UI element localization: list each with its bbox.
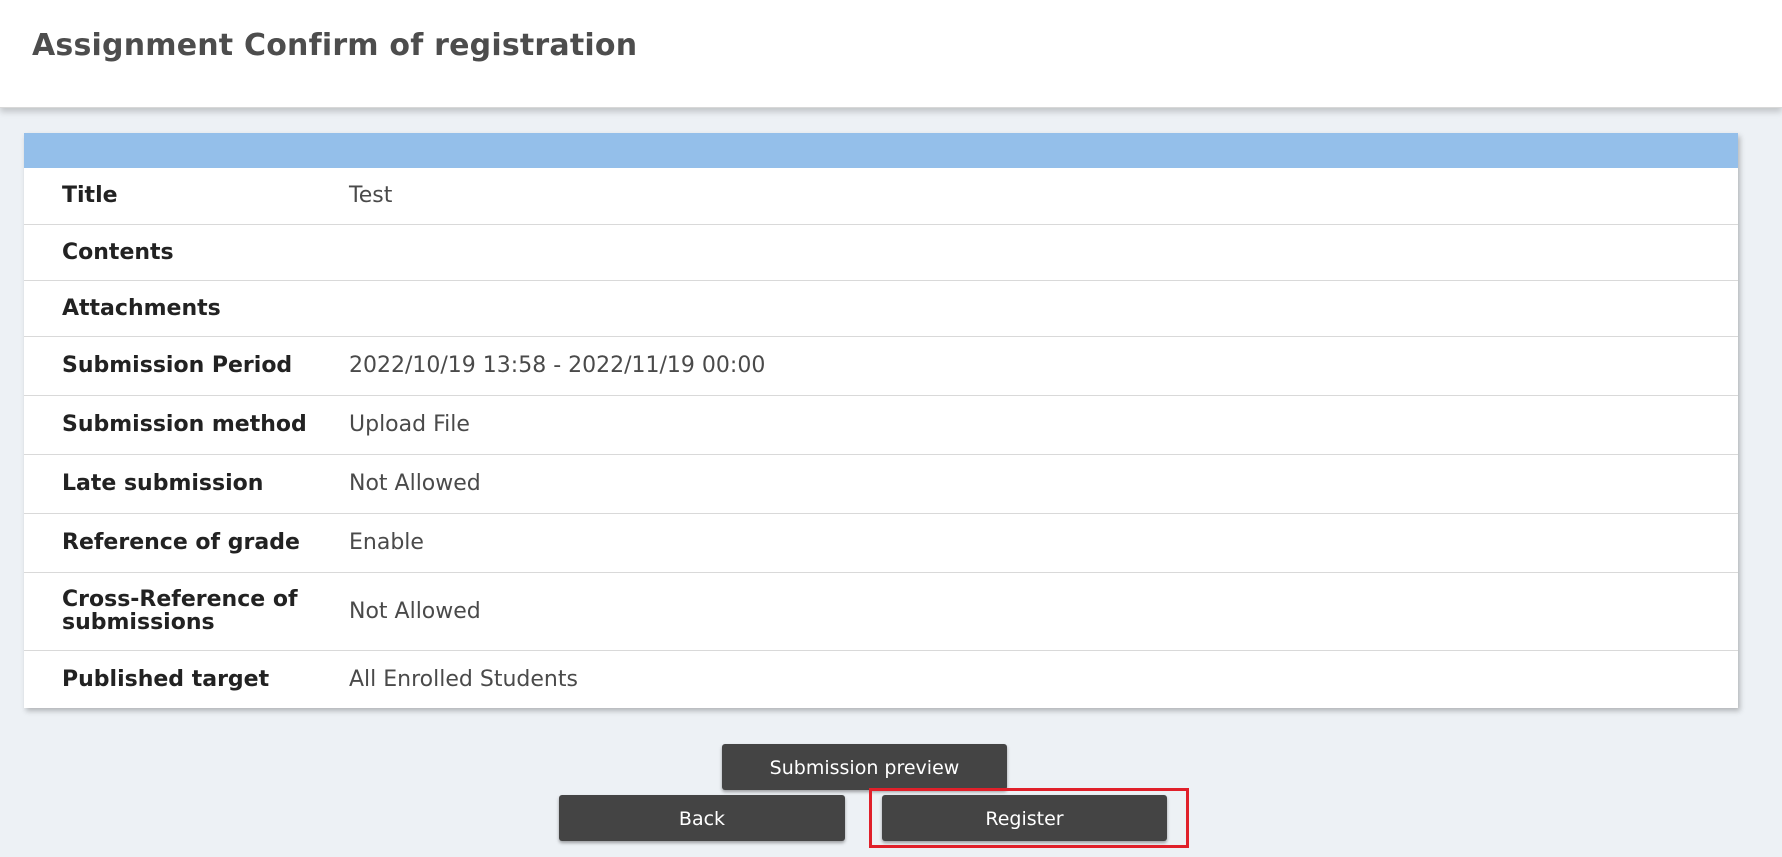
detail-value: Enable bbox=[349, 530, 424, 555]
detail-label: Late submission bbox=[62, 471, 264, 496]
detail-value: Test bbox=[349, 183, 393, 209]
detail-row-cross-reference: Cross-Reference of submissions Not Allow… bbox=[24, 572, 1738, 650]
back-button[interactable]: Back bbox=[559, 795, 845, 841]
detail-value: Upload File bbox=[349, 412, 470, 437]
page-header: Assignment Confirm of registration bbox=[0, 0, 1782, 108]
confirmation-panel: Title Test Contents Attachments Submissi… bbox=[24, 133, 1738, 708]
detail-label: Submission method bbox=[62, 412, 307, 437]
detail-row-attachments: Attachments bbox=[24, 280, 1738, 336]
detail-label: Contents bbox=[62, 239, 174, 265]
detail-label: Published target bbox=[62, 666, 270, 692]
detail-label: Attachments bbox=[62, 295, 221, 321]
detail-row-submission-method: Submission method Upload File bbox=[24, 395, 1738, 454]
detail-label: Title bbox=[62, 183, 118, 209]
detail-label: Reference of grade bbox=[62, 530, 300, 555]
detail-value bbox=[341, 224, 1738, 280]
detail-row-published-target: Published target All Enrolled Students bbox=[24, 650, 1738, 708]
detail-row-title: Title Test bbox=[24, 168, 1738, 224]
detail-value: Not Allowed bbox=[349, 471, 481, 496]
page-title: Assignment Confirm of registration bbox=[32, 28, 638, 63]
details-table: Title Test Contents Attachments Submissi… bbox=[24, 168, 1738, 708]
register-button[interactable]: Register bbox=[882, 795, 1167, 841]
submission-preview-button[interactable]: Submission preview bbox=[722, 744, 1007, 790]
detail-row-contents: Contents bbox=[24, 224, 1738, 280]
detail-value: Not Allowed bbox=[349, 598, 481, 624]
panel-header-bar bbox=[24, 133, 1738, 168]
detail-label: Cross-Reference of submissions bbox=[62, 587, 298, 635]
detail-row-submission-period: Submission Period 2022/10/19 13:58 - 202… bbox=[24, 336, 1738, 395]
detail-row-reference-of-grade: Reference of grade Enable bbox=[24, 513, 1738, 572]
detail-row-late-submission: Late submission Not Allowed bbox=[24, 454, 1738, 513]
detail-value: All Enrolled Students bbox=[349, 666, 578, 692]
detail-value: 2022/10/19 13:58 - 2022/11/19 00:00 bbox=[349, 353, 766, 378]
detail-label: Submission Period bbox=[62, 353, 293, 378]
detail-value bbox=[341, 280, 1738, 336]
